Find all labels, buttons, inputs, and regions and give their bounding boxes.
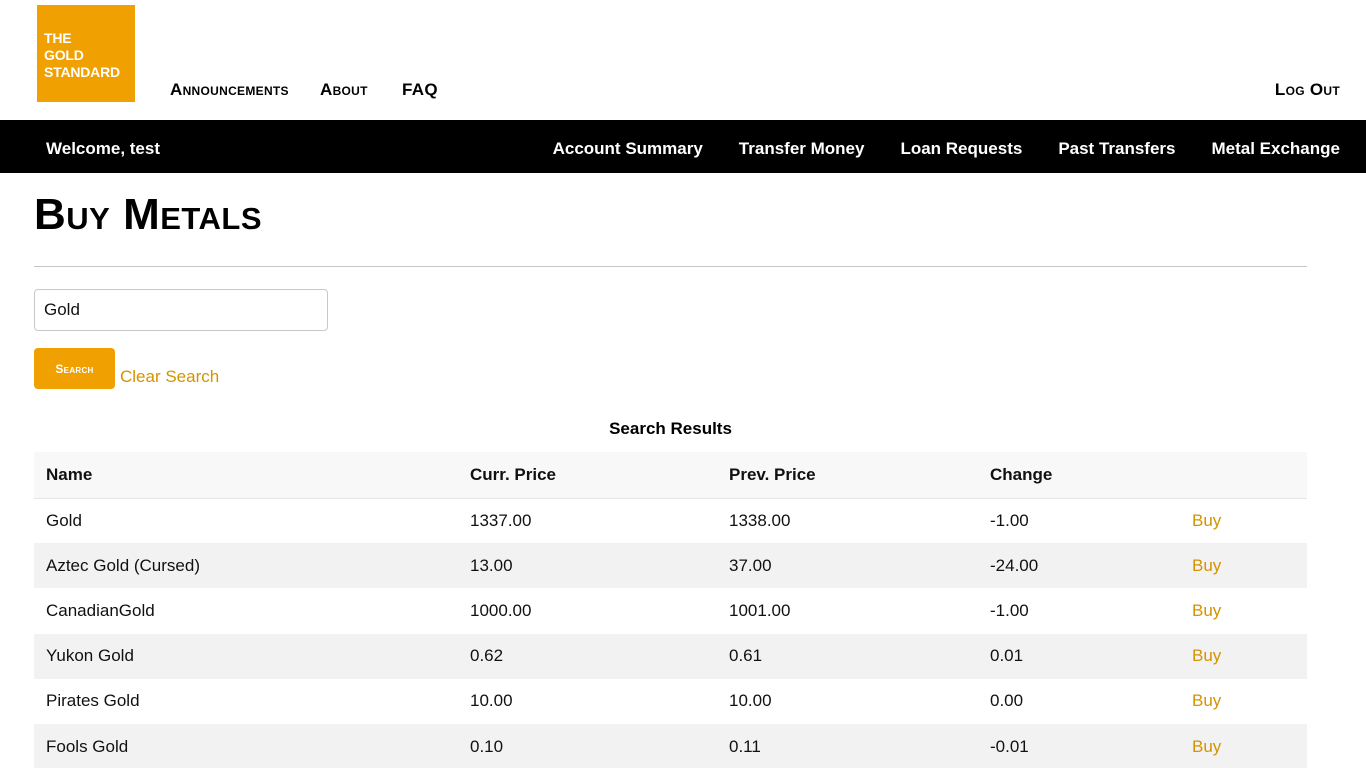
table-row: Fools Gold 0.10 0.11 -0.01 Buy [34, 723, 1307, 768]
table-row: Aztec Gold (Cursed) 13.00 37.00 -24.00 B… [34, 543, 1307, 589]
nav-faq-link[interactable]: FAQ [402, 80, 438, 100]
table-header-row: Name Curr. Price Prev. Price Change [34, 452, 1307, 499]
past-transfers-link[interactable]: Past Transfers [1058, 139, 1175, 159]
curr-price-cell: 13.00 [458, 543, 717, 589]
metal-name-cell: Aztec Gold (Cursed) [34, 543, 458, 589]
buy-link[interactable]: Buy [1192, 737, 1221, 756]
buy-link[interactable]: Buy [1192, 646, 1221, 665]
logo-line-3: STANDARD [44, 64, 120, 80]
metal-name-cell: Gold [34, 498, 458, 544]
table-row: Yukon Gold 0.62 0.61 0.01 Buy [34, 633, 1307, 679]
table-row: CanadianGold 1000.00 1001.00 -1.00 Buy [34, 588, 1307, 634]
prev-price-cell: 0.61 [717, 633, 978, 679]
account-nav: Account Summary Transfer Money Loan Requ… [553, 139, 1340, 159]
prev-price-cell: 0.11 [717, 723, 978, 768]
change-cell: -1.00 [978, 588, 1180, 634]
logo-line-1: THE [44, 30, 72, 46]
prev-price-cell: 1338.00 [717, 498, 978, 544]
curr-price-cell: 1000.00 [458, 588, 717, 634]
metal-search-input[interactable] [34, 289, 328, 331]
loan-requests-link[interactable]: Loan Requests [900, 139, 1022, 159]
page-title: Buy Metals [34, 190, 263, 239]
change-cell: 0.00 [978, 678, 1180, 724]
curr-price-cell: 0.62 [458, 633, 717, 679]
nav-announcements-link[interactable]: Announcements [170, 80, 289, 100]
prev-price-cell: 37.00 [717, 543, 978, 589]
prev-price-cell: 10.00 [717, 678, 978, 724]
nav-about-link[interactable]: About [320, 80, 368, 100]
welcome-message: Welcome, test [46, 139, 161, 158]
metal-exchange-link[interactable]: Metal Exchange [1212, 139, 1341, 159]
metal-name-cell: CanadianGold [34, 588, 458, 634]
results-caption: Search Results [609, 419, 732, 438]
prev-price-cell: 1001.00 [717, 588, 978, 634]
column-header-curr-price: Curr. Price [458, 452, 717, 499]
buy-link[interactable]: Buy [1192, 511, 1221, 530]
clear-search-link[interactable]: Clear Search [120, 367, 219, 387]
metal-name-cell: Pirates Gold [34, 678, 458, 724]
transfer-money-link[interactable]: Transfer Money [739, 139, 865, 159]
curr-price-cell: 10.00 [458, 678, 717, 724]
change-cell: -0.01 [978, 723, 1180, 768]
results-table: Name Curr. Price Prev. Price Change Gold… [34, 452, 1307, 768]
buy-link[interactable]: Buy [1192, 601, 1221, 620]
logout-link[interactable]: Log Out [1275, 80, 1340, 100]
logo-line-2: GOLD [44, 47, 84, 63]
curr-price-cell: 0.10 [458, 723, 717, 768]
account-summary-link[interactable]: Account Summary [553, 139, 703, 159]
curr-price-cell: 1337.00 [458, 498, 717, 544]
column-header-name: Name [34, 452, 458, 499]
buy-link[interactable]: Buy [1192, 556, 1221, 575]
column-header-prev-price: Prev. Price [717, 452, 978, 499]
change-cell: -1.00 [978, 498, 1180, 544]
table-row: Pirates Gold 10.00 10.00 0.00 Buy [34, 678, 1307, 724]
buy-link[interactable]: Buy [1192, 691, 1221, 710]
column-header-action [1180, 452, 1307, 499]
change-cell: 0.01 [978, 633, 1180, 679]
metal-name-cell: Yukon Gold [34, 633, 458, 679]
site-header: THE GOLD STANDARD Announcements About FA… [0, 0, 1366, 120]
change-cell: -24.00 [978, 543, 1180, 589]
column-header-change: Change [978, 452, 1180, 499]
table-row: Gold 1337.00 1338.00 -1.00 Buy [34, 498, 1307, 544]
gold-standard-logo[interactable]: THE GOLD STANDARD [37, 5, 135, 102]
title-divider [34, 266, 1307, 267]
search-button[interactable]: Search [34, 348, 115, 389]
metal-name-cell: Fools Gold [34, 723, 458, 768]
